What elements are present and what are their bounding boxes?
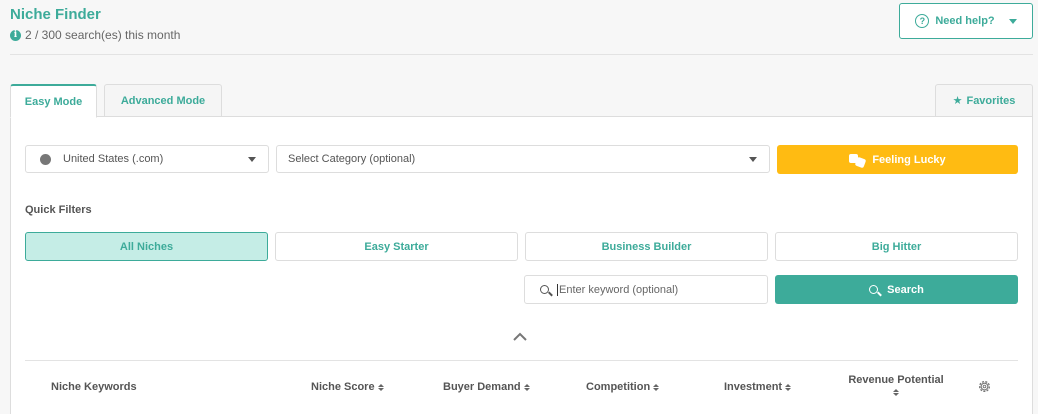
col-label: Buyer Demand (443, 381, 521, 393)
col-niche-score[interactable]: Niche Score (311, 381, 384, 393)
quick-filters-label: Quick Filters (25, 204, 92, 216)
filter-big-hitter[interactable]: Big Hitter (775, 232, 1018, 261)
filter-all-niches[interactable]: All Niches (25, 232, 268, 261)
info-icon: i (10, 29, 21, 41)
search-button[interactable]: Search (775, 275, 1018, 304)
sort-icon (653, 383, 660, 391)
header-divider (10, 54, 1033, 55)
chevron-down-icon (749, 157, 757, 162)
sort-icon (785, 383, 792, 391)
marketplace-select[interactable]: United States (.com) (25, 145, 269, 173)
col-label: Competition (586, 381, 651, 393)
page-header: Niche Finder i 2 / 300 search(es) this m… (10, 6, 180, 42)
chevron-down-icon (248, 157, 256, 162)
feeling-lucky-label: Feeling Lucky (872, 153, 946, 166)
page-title: Niche Finder (10, 6, 101, 23)
col-niche-keywords: Niche Keywords (51, 381, 137, 393)
need-help-button[interactable]: ? Need help? (899, 3, 1033, 39)
tab-easy-mode[interactable]: Easy Mode (10, 84, 97, 118)
col-competition[interactable]: Competition (586, 381, 660, 393)
col-buyer-demand[interactable]: Buyer Demand (443, 381, 530, 393)
col-label: Revenue Potential (848, 374, 944, 386)
col-label: Niche Keywords (51, 381, 137, 393)
filter-label: Big Hitter (871, 240, 922, 253)
col-label: Niche Score (311, 381, 375, 393)
col-investment[interactable]: Investment (724, 381, 792, 393)
filter-label: Easy Starter (364, 240, 429, 253)
search-icon (869, 285, 879, 294)
search-button-label: Search (887, 283, 924, 296)
favorites-tab[interactable]: ★ Favorites (935, 84, 1033, 117)
chevron-down-icon (1008, 18, 1017, 24)
keyword-input[interactable]: Enter keyword (optional) (524, 275, 768, 304)
keyword-placeholder: Enter keyword (optional) (557, 283, 679, 296)
star-icon: ★ (952, 95, 963, 107)
search-icon (540, 285, 549, 294)
category-placeholder: Select Category (optional) (288, 153, 416, 165)
col-revenue-potential[interactable]: Revenue Potential (846, 374, 946, 396)
filter-business-builder[interactable]: Business Builder (525, 232, 768, 261)
need-help-label: Need help? (935, 15, 995, 27)
tab-easy-mode-label: Easy Mode (24, 95, 83, 108)
category-select[interactable]: Select Category (optional) (276, 145, 770, 173)
sort-icon (523, 383, 530, 391)
sort-icon (893, 389, 899, 396)
filter-label: Business Builder (601, 240, 692, 253)
globe-icon (40, 153, 51, 165)
question-icon: ? (915, 14, 930, 28)
marketplace-value: United States (.com) (63, 153, 164, 165)
sort-icon (377, 383, 384, 391)
favorites-label: Favorites (966, 94, 1016, 107)
table-divider (25, 360, 1018, 361)
filter-easy-starter[interactable]: Easy Starter (275, 232, 518, 261)
gear-icon[interactable] (977, 379, 992, 394)
col-label: Investment (724, 381, 783, 393)
tab-advanced-mode-label: Advanced Mode (120, 94, 206, 107)
dice-icon (849, 153, 867, 168)
usage-text: 2 / 300 search(es) this month (25, 28, 181, 42)
usage-counter: i 2 / 300 search(es) this month (10, 28, 180, 42)
filter-label: All Niches (119, 240, 174, 253)
chevron-up-icon[interactable] (513, 330, 527, 344)
tab-advanced-mode[interactable]: Advanced Mode (104, 84, 222, 117)
feeling-lucky-button[interactable]: Feeling Lucky (777, 145, 1018, 174)
